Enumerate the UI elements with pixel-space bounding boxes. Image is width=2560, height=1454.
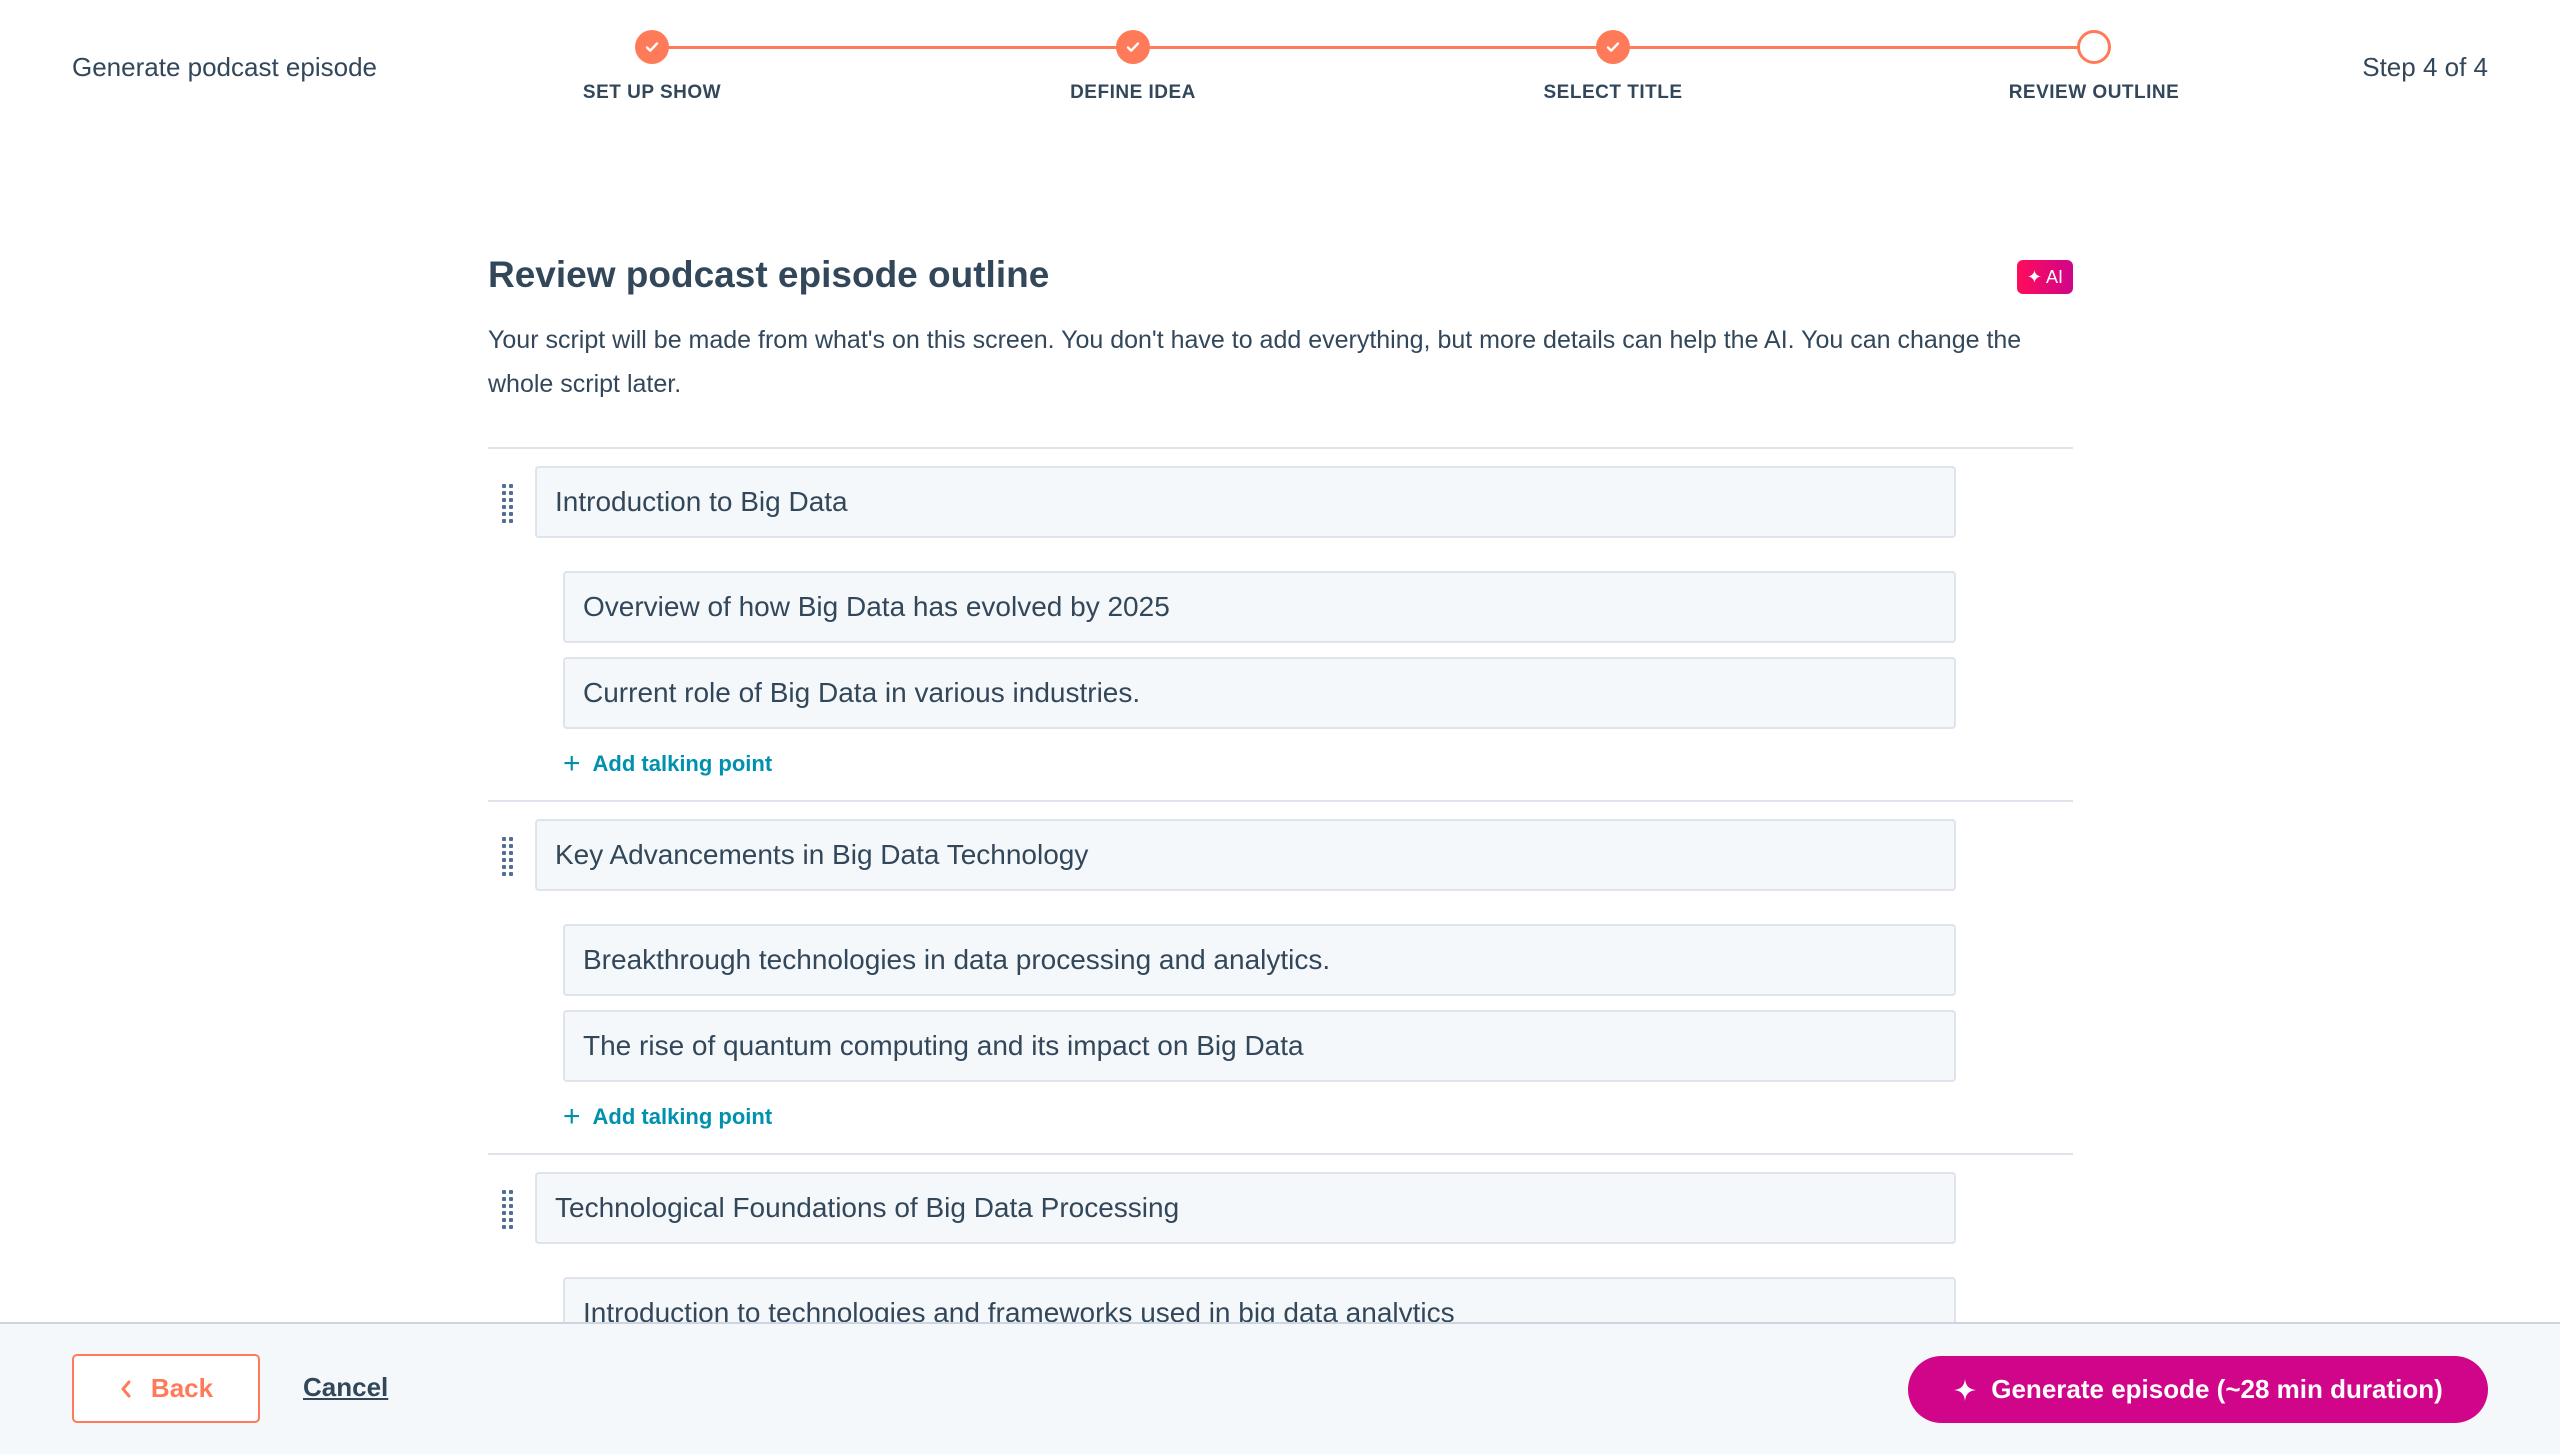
step-select-title: SELECT TITLE [1463, 30, 1763, 104]
page-description: Your script will be made from what's on … [488, 326, 2022, 398]
talking-point-input[interactable]: Breakthrough technologies in data proces… [563, 924, 1956, 996]
plus-icon: + [563, 1100, 581, 1133]
cancel-link[interactable]: Cancel [303, 1372, 388, 1403]
outline-section: Key Advancements in Big Data Technology … [488, 802, 2073, 1155]
step-set-up-show: SET UP SHOW [502, 30, 802, 104]
talking-point-input[interactable]: Current role of Big Data in various indu… [563, 657, 1956, 729]
ai-badge-label: AI [2045, 266, 2063, 287]
add-talking-point-button[interactable]: + Add talking point [563, 1102, 2073, 1132]
ai-badge: ✦ AI [2016, 260, 2073, 294]
check-icon [1116, 30, 1150, 64]
current-step-circle-icon [2077, 30, 2111, 64]
talking-point-input[interactable]: Overview of how Big Data has evolved by … [563, 571, 1956, 643]
check-icon [1596, 30, 1630, 64]
generate-episode-label: Generate episode (~28 min duration) [1991, 1374, 2443, 1404]
drag-handle-icon[interactable] [502, 1190, 516, 1230]
add-talking-point-label: Add talking point [592, 1104, 773, 1129]
sparkle-icon: ✦ [2026, 266, 2042, 287]
main-content: Review podcast episode outline ✦ AI Your… [488, 250, 2073, 406]
check-icon [635, 30, 669, 64]
section-title-input[interactable]: Introduction to Big Data [535, 466, 1956, 538]
progress-stepper: SET UP SHOW DEFINE IDEA SELECT TITLE REV… [0, 0, 2560, 130]
step-define-idea: DEFINE IDEA [983, 30, 1283, 104]
chevron-left-icon [121, 1380, 131, 1397]
step-label: DEFINE IDEA [1070, 82, 1196, 103]
outline-section: Technological Foundations of Big Data Pr… [488, 1155, 2073, 1349]
back-button[interactable]: Back [72, 1354, 260, 1423]
stepper-line [652, 46, 2094, 49]
section-title-input[interactable]: Key Advancements in Big Data Technology [535, 819, 1956, 891]
generate-episode-button[interactable]: Generate episode (~28 min duration) [1908, 1356, 2488, 1423]
drag-handle-icon[interactable] [502, 484, 516, 524]
add-talking-point-button[interactable]: + Add talking point [563, 749, 2073, 779]
step-label: SET UP SHOW [582, 82, 722, 103]
plus-icon: + [563, 747, 581, 780]
step-counter: Step 4 of 4 [2362, 52, 2488, 82]
step-label: REVIEW OUTLINE [2008, 82, 2180, 103]
footer-bar: Back Cancel Generate episode (~28 min du… [0, 1322, 2560, 1454]
back-label: Back [150, 1373, 214, 1403]
step-label: SELECT TITLE [1543, 82, 1683, 103]
outline-list: Introduction to Big Data Overview of how… [488, 447, 2073, 1349]
section-title-input[interactable]: Technological Foundations of Big Data Pr… [535, 1172, 1956, 1244]
add-talking-point-label: Add talking point [592, 751, 773, 776]
sparkle-icon [1954, 1378, 1977, 1401]
talking-point-input[interactable]: The rise of quantum computing and its im… [563, 1010, 1956, 1082]
step-review-outline: REVIEW OUTLINE [1944, 30, 2244, 104]
page-title: Review podcast episode outline [488, 254, 1050, 295]
outline-section: Introduction to Big Data Overview of how… [488, 449, 2073, 802]
drag-handle-icon[interactable] [502, 837, 516, 877]
